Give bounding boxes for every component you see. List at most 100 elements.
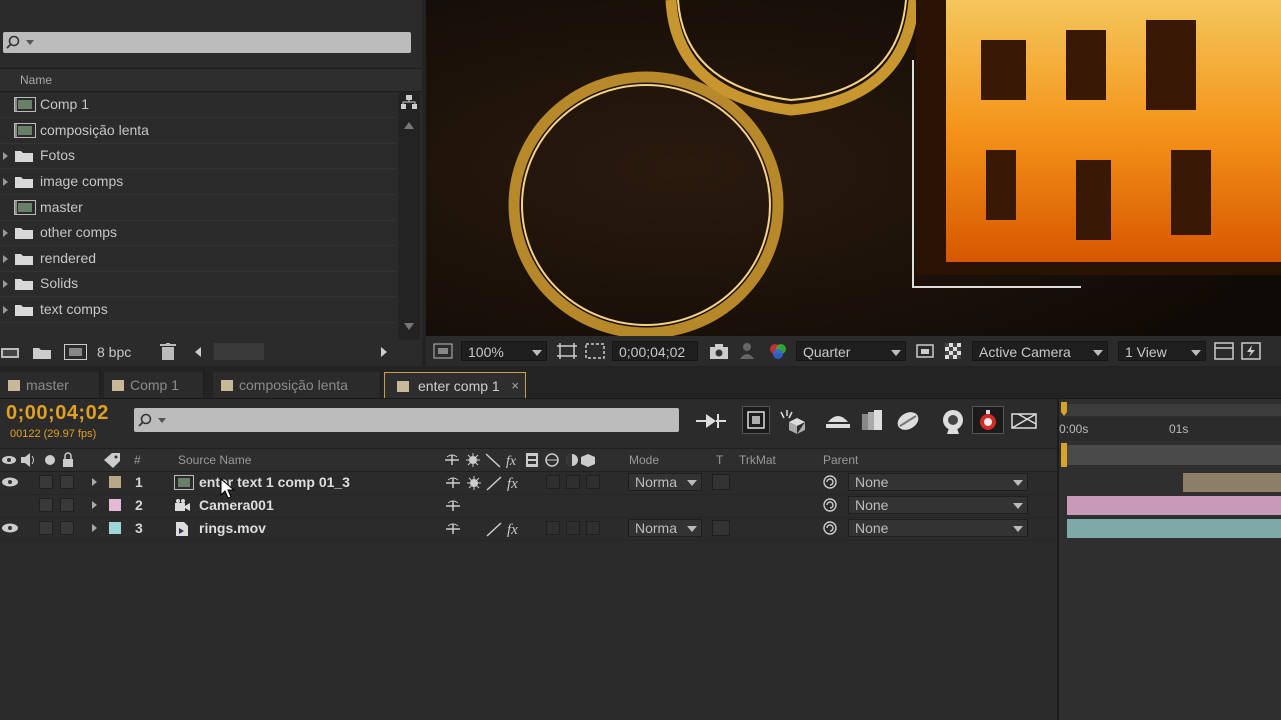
expand-arrow-icon[interactable] [3,280,8,288]
magnification-dropdown[interactable]: 100% [461,341,547,361]
expand-arrow-icon[interactable] [3,152,8,160]
tab-comp-1[interactable]: Comp 1 [104,372,204,398]
eye-visibility-icon[interactable] [1,476,19,488]
trkmat-field[interactable] [712,474,730,490]
auto-keyframe-toggle[interactable] [972,406,1004,434]
solo-switch[interactable] [39,521,53,535]
brainstorm-icon[interactable] [894,408,922,434]
shy-layers-icon[interactable] [777,408,807,434]
composition-viewer[interactable] [426,0,1281,336]
project-column-header[interactable]: Name [0,68,422,92]
current-time-indicator[interactable] [1060,443,1068,467]
tab-enter-comp-1[interactable]: enter comp 1 × [384,372,526,398]
expand-arrow-icon[interactable] [3,229,8,237]
project-item-solids[interactable]: Solids [0,271,396,297]
layer-label-color[interactable] [109,522,121,534]
expand-arrow-icon[interactable] [92,501,97,509]
layer-switches[interactable]: fx [445,521,535,537]
layer-row[interactable]: 1 enter text 1 comp 01_3 fx Norma None [0,471,1057,495]
frame-blending-icon[interactable] [824,408,852,434]
close-icon[interactable]: × [511,373,519,399]
parent-dropdown[interactable]: None [848,519,1028,537]
time-navigator[interactable] [1061,445,1281,465]
blend-mode-dropdown[interactable]: Norma [628,473,702,491]
parent-dropdown[interactable]: None [848,496,1028,514]
viewer-timecode[interactable]: 0;00;04;02 [612,341,698,361]
switch-box[interactable] [586,475,600,489]
layer-label-color[interactable] [109,499,121,511]
scroll-right-icon[interactable] [378,346,390,358]
show-snapshot-icon[interactable] [739,342,755,360]
scroll-down-icon[interactable] [403,322,415,332]
project-item-text-comps[interactable]: text comps [0,297,396,323]
lock-switch[interactable] [60,475,74,489]
trkmat-field[interactable] [712,520,730,536]
bit-depth-button[interactable]: 8 bpc [97,344,131,360]
solo-switch[interactable] [39,475,53,489]
source-name-column-label[interactable]: Source Name [178,453,251,467]
view-layout-dropdown[interactable]: 1 View [1118,341,1206,361]
pick-whip-icon[interactable] [823,475,837,489]
switch-box[interactable] [566,521,580,535]
timeline-search-input[interactable] [134,408,679,432]
scroll-left-icon[interactable] [192,346,204,358]
time-ruler[interactable]: 0:00s 01s [1059,417,1281,441]
fast-previews-icon[interactable] [916,342,934,360]
camera-view-dropdown[interactable]: Active Camera [972,341,1108,361]
pick-whip-icon[interactable] [823,498,837,512]
project-item-composicao-lenta[interactable]: composição lenta [0,118,396,144]
switch-box[interactable] [546,475,560,489]
work-area-start-handle[interactable] [1059,402,1069,418]
solo-switch[interactable] [39,498,53,512]
motion-blur-icon[interactable] [858,408,888,434]
always-preview-icon[interactable] [433,342,453,360]
layer-row[interactable]: 2 Camera001 None [0,494,1057,518]
timeline-graph-area[interactable]: 0:00s 01s [1057,399,1281,720]
blend-mode-dropdown[interactable]: Norma [628,519,702,537]
expand-arrow-icon[interactable] [3,178,8,186]
project-item-image-comps[interactable]: image comps [0,169,396,195]
parent-dropdown[interactable]: None [848,473,1028,491]
tab-composicao-lenta[interactable]: composição lenta [213,372,381,398]
switch-box[interactable] [566,475,580,489]
layer-duration-bar[interactable] [1067,496,1281,515]
project-item-fotos[interactable]: Fotos [0,143,396,169]
eye-visibility-icon[interactable] [1,522,19,534]
draft-3d-toggle[interactable] [742,406,770,434]
transparency-grid-icon[interactable] [584,342,606,360]
pick-whip-icon[interactable] [823,521,837,535]
project-scrollbar[interactable] [398,92,420,340]
layer-row[interactable]: 3 rings.mov fx Norma None [0,517,1057,541]
layer-name[interactable]: rings.mov [199,520,266,536]
expand-arrow-icon[interactable] [92,478,97,486]
layer-duration-bar[interactable] [1067,519,1281,538]
project-hscroll-thumb[interactable] [214,343,264,360]
project-search-input[interactable] [3,32,411,53]
scroll-up-icon[interactable] [403,120,415,130]
region-of-interest-icon[interactable] [556,342,578,360]
lock-switch[interactable] [60,498,74,512]
layer-switches[interactable] [445,498,465,514]
project-item-comp-1[interactable]: Comp 1 [0,92,396,118]
switch-box[interactable] [586,521,600,535]
project-item-master[interactable]: master [0,195,396,221]
fast-preview-bolt-icon[interactable] [1241,342,1261,360]
toggle-pixel-aspect-icon[interactable] [1214,342,1234,360]
layer-label-color[interactable] [109,476,121,488]
resolution-dropdown[interactable]: Quarter [796,341,906,361]
layer-duration-bar[interactable] [1183,473,1281,492]
project-item-other-comps[interactable]: other comps [0,220,396,246]
label-tag-icon[interactable] [102,452,122,468]
checkerboard-icon[interactable] [944,342,962,360]
work-area-bar[interactable] [1063,404,1281,416]
expand-arrow-icon[interactable] [92,524,97,532]
new-composition-icon[interactable] [64,344,88,360]
trash-icon[interactable] [160,343,176,361]
flowchart-icon[interactable] [400,94,418,110]
graph-editor-icon[interactable] [938,408,968,434]
lock-switch[interactable] [60,521,74,535]
current-time-display[interactable]: 0;00;04;02 [6,402,109,425]
project-item-rendered[interactable]: rendered [0,246,396,272]
interpret-footage-icon[interactable] [0,345,20,360]
hide-layers-icon[interactable] [1010,408,1040,434]
